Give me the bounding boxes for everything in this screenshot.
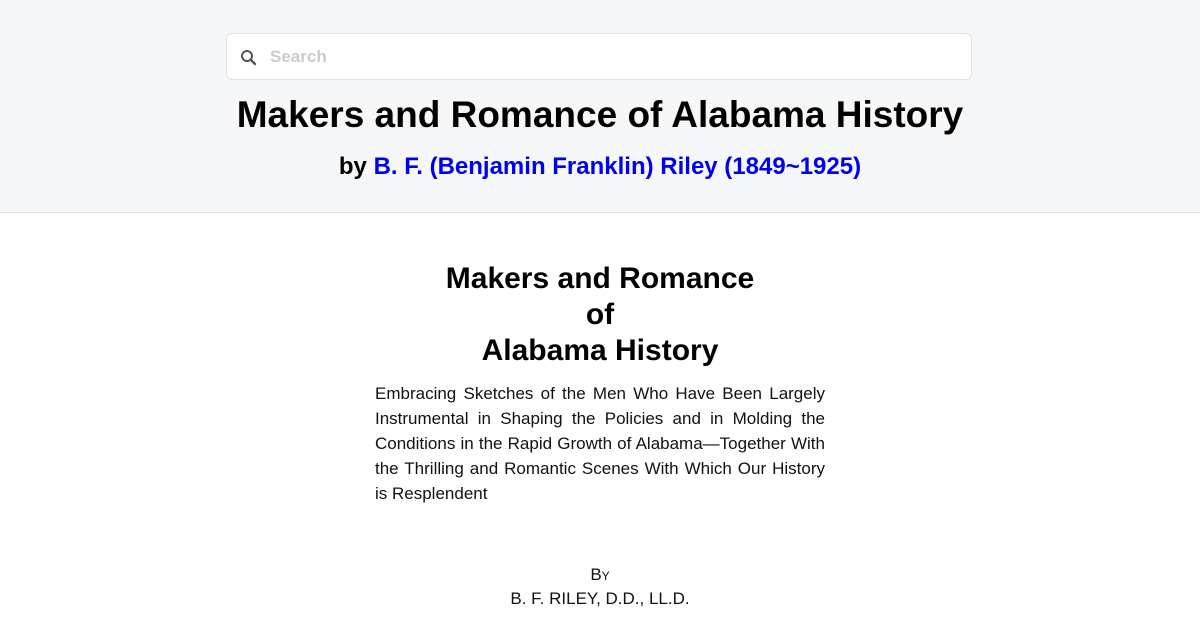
- byline-prefix: by: [338, 153, 367, 180]
- byline: by B. F. (Benjamin Franklin) Riley (1849…: [0, 151, 1200, 183]
- content-title-line: Makers and Romance: [445, 262, 755, 295]
- content-title-line: Alabama History: [481, 334, 719, 367]
- author-link[interactable]: B. F. (Benjamin Franklin) Riley (1849~19…: [374, 153, 862, 180]
- content-title-line: of: [585, 298, 615, 331]
- content-title: Makers and Romance of Alabama History: [0, 261, 1200, 369]
- book-subtitle: Embracing Sketches of the Men Who Have B…: [375, 384, 825, 503]
- search-input[interactable]: [270, 34, 960, 79]
- by-label: By: [590, 565, 610, 584]
- search-box[interactable]: [226, 33, 972, 80]
- page-header: Makers and Romance of Alabama History by…: [0, 0, 1200, 213]
- author-credit: B. F. RILEY, D.D., LL.D.: [510, 589, 690, 608]
- book-title: Makers and Romance of Alabama History: [236, 94, 964, 135]
- search-icon: [239, 48, 259, 68]
